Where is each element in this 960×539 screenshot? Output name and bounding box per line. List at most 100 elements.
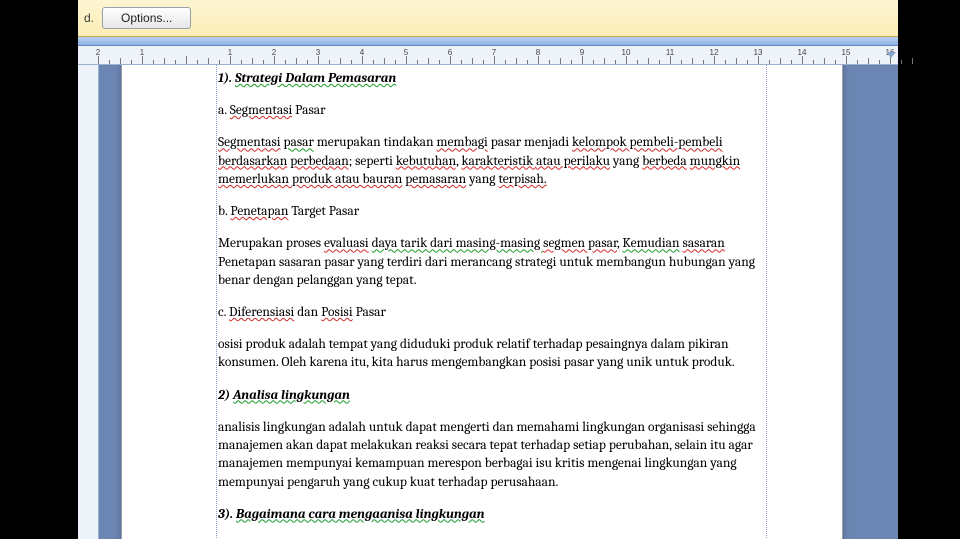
right-indent-marker-icon[interactable] — [886, 52, 896, 58]
ruler-tick — [901, 60, 902, 64]
ruler-tick — [241, 60, 242, 64]
ruler-number: 13 — [754, 48, 763, 57]
ruler-tick — [505, 60, 506, 64]
ruler-number: 9 — [580, 48, 584, 57]
ruler-tick — [428, 58, 429, 64]
ruler-tick — [758, 56, 759, 64]
page-container: 1). Strategi Dalam Pemasaran a. Segmenta… — [99, 65, 898, 539]
ruler-tick — [802, 56, 803, 64]
ruler-number: 1 — [140, 48, 144, 57]
ruler-tick — [571, 60, 572, 64]
para-segmentasi: Segmentasi pasar merupakan tindakan memb… — [218, 134, 758, 189]
ruler-tick — [549, 60, 550, 64]
ruler-tick — [835, 60, 836, 64]
ruler-tick — [648, 58, 649, 64]
ruler-tick — [604, 58, 605, 64]
ruler-number: 2 — [96, 48, 100, 57]
message-bar: d. Options... — [78, 0, 898, 37]
ruler-tick — [197, 60, 198, 64]
work-area: 1). Strategi Dalam Pemasaran a. Segmenta… — [78, 65, 898, 539]
ruler-tick — [175, 60, 176, 64]
ruler-tick — [912, 58, 913, 64]
left-margin-guide — [216, 65, 217, 539]
heading-3: 3). Bagaimana cara mengaanisa lingkungan — [218, 506, 758, 524]
ruler-tick — [461, 60, 462, 64]
ruler-tick — [329, 60, 330, 64]
ruler-tick — [527, 60, 528, 64]
right-margin-guide — [766, 65, 767, 539]
message-bar-text: d. — [84, 11, 94, 25]
ruler-number: 5 — [404, 48, 408, 57]
ruler-tick — [714, 56, 715, 64]
ruler-tick — [483, 60, 484, 64]
vertical-ruler[interactable] — [78, 65, 99, 539]
subhead-c: c. Diferensiasi dan Posisi Pasar — [218, 304, 758, 322]
ruler-tick — [659, 60, 660, 64]
ruler-tick — [582, 56, 583, 64]
ruler-tick — [538, 56, 539, 64]
ruler-tick — [747, 60, 748, 64]
ruler-tick — [769, 60, 770, 64]
ruler-tick — [692, 58, 693, 64]
ruler-tick — [516, 58, 517, 64]
ruler-tick — [263, 60, 264, 64]
ruler-tick — [868, 58, 869, 64]
ruler-tick — [879, 60, 880, 64]
ruler-tick — [450, 56, 451, 64]
heading-2: 2) Analisa lingkungan — [218, 387, 758, 405]
ruler-tick — [406, 56, 407, 64]
ruler-tick — [164, 58, 165, 64]
ruler-number: 15 — [842, 48, 851, 57]
ruler-tick — [186, 56, 187, 64]
ruler-number: 2 — [272, 48, 276, 57]
ruler-tick — [109, 60, 110, 64]
ruler-tick — [373, 60, 374, 64]
ruler-tick — [362, 56, 363, 64]
ruler-tick — [736, 58, 737, 64]
ruler-tick — [219, 60, 220, 64]
ruler-tick — [307, 60, 308, 64]
ruler-tick — [824, 58, 825, 64]
ruler-tick — [318, 56, 319, 64]
ruler-tick — [670, 56, 671, 64]
ruler-number: 8 — [536, 48, 540, 57]
ruler-number: 3 — [316, 48, 320, 57]
document-body[interactable]: 1). Strategi Dalam Pemasaran a. Segmenta… — [218, 70, 758, 539]
ruler-tick — [351, 60, 352, 64]
ruler-tick — [153, 60, 154, 64]
horizontal-ruler[interactable]: 2112345678910111213141516 — [78, 46, 898, 65]
ruler-tick — [98, 56, 99, 64]
ruler-number: 10 — [622, 48, 631, 57]
ruler-tick — [120, 58, 121, 64]
ruler-tick — [142, 56, 143, 64]
document-page[interactable]: 1). Strategi Dalam Pemasaran a. Segmenta… — [121, 65, 843, 539]
ruler-tick — [439, 60, 440, 64]
ruler-tick — [274, 56, 275, 64]
ruler-number: 4 — [360, 48, 364, 57]
ruler-number: 11 — [666, 48, 674, 57]
para-target: Merupakan proses evaluasi daya tarik dar… — [218, 235, 758, 290]
ruler-number: 6 — [448, 48, 452, 57]
ruler-tick — [626, 56, 627, 64]
ruler-tick — [637, 60, 638, 64]
ruler-tick — [780, 58, 781, 64]
ruler-tick — [494, 56, 495, 64]
ruler-tick — [725, 60, 726, 64]
ruler-tick — [615, 60, 616, 64]
ruler-tick — [681, 60, 682, 64]
ruler-tick — [252, 58, 253, 64]
ribbon-divider — [78, 37, 898, 46]
ruler-tick — [791, 60, 792, 64]
para-analisis: analisis lingkungan adalah untuk dapat m… — [218, 419, 758, 492]
para-diferensiasi: osisi produk adalah tempat yang diduduki… — [218, 336, 758, 372]
ruler-tick — [395, 60, 396, 64]
subhead-b: b. Penetapan Target Pasar — [218, 203, 758, 221]
ruler-tick — [384, 58, 385, 64]
ruler-tick — [285, 60, 286, 64]
ruler-tick — [472, 58, 473, 64]
ruler-tick — [813, 60, 814, 64]
options-button[interactable]: Options... — [102, 7, 191, 29]
ruler-tick — [703, 60, 704, 64]
ruler-tick — [230, 56, 231, 64]
ruler-tick — [340, 58, 341, 64]
